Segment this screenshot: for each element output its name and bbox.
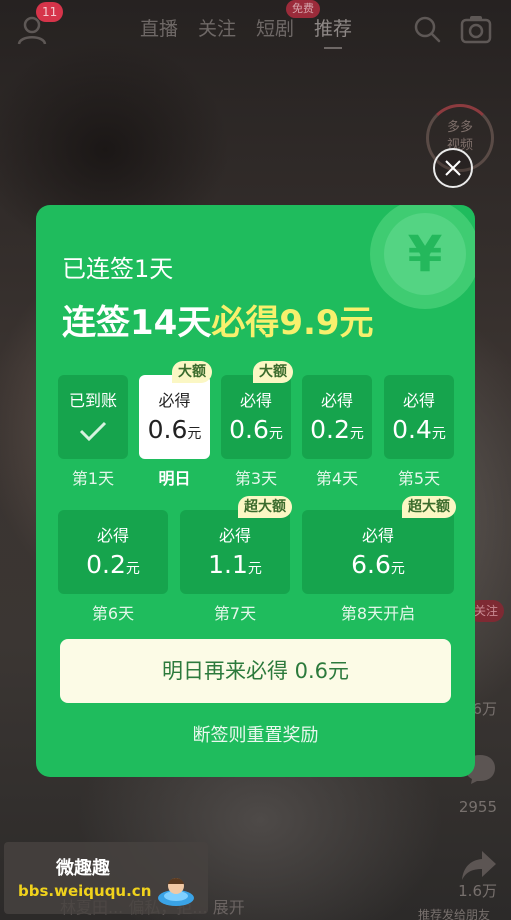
- tile-value: 6.6元: [302, 550, 454, 579]
- value-unit: 元: [390, 561, 405, 577]
- tile-top: 必得: [218, 526, 251, 545]
- tile-value: 1.1元: [180, 550, 290, 579]
- day-tile-6: 必得 0.2元: [58, 510, 168, 594]
- value-number: 0.6: [229, 415, 269, 444]
- free-badge: 免费: [286, 0, 320, 18]
- tab-short-drama[interactable]: 短剧: [256, 14, 294, 41]
- tile-top: 必得: [239, 391, 272, 410]
- value-number: 0.4: [392, 415, 432, 444]
- share-count: 1.6万: [458, 882, 497, 900]
- tile-badge: 大额: [172, 361, 212, 383]
- watermark-url: bbs.weiququ.cn: [18, 882, 152, 900]
- tile-value: 0.6元: [221, 415, 291, 444]
- tile-top: 必得: [320, 391, 353, 410]
- day-tile-8: 超大额 必得 6.6元: [302, 496, 456, 594]
- tile-value: 0.2元: [302, 415, 372, 444]
- headline-highlight: 必得9.9元: [211, 303, 374, 343]
- tile-badge: 大额: [253, 361, 293, 383]
- value-unit: 元: [268, 426, 283, 442]
- value-unit: 元: [431, 426, 446, 442]
- streak-text: 已连签1天: [62, 255, 174, 283]
- day-tile-7: 超大额 必得 1.1元: [180, 496, 292, 594]
- top-tabs: 直播 关注 短剧 推荐: [140, 14, 352, 49]
- comment-count: 2955: [458, 798, 497, 816]
- tile-badge: 超大额: [238, 496, 292, 518]
- top-bar: 11 直播 关注 短剧 推荐 免费: [0, 0, 511, 60]
- tab-following[interactable]: 关注: [198, 14, 236, 41]
- value-number: 0.2: [310, 415, 350, 444]
- tile-top: 必得: [402, 391, 435, 410]
- value-unit: 元: [349, 426, 364, 442]
- tile-top: 必得: [158, 391, 191, 410]
- value-number: 0.6: [147, 415, 188, 444]
- search-icon[interactable]: [412, 14, 442, 44]
- day-label-7: 第7天: [213, 604, 257, 623]
- popup-headline: 连签14天必得9.9元: [62, 295, 374, 344]
- camera-icon[interactable]: [460, 14, 492, 44]
- value-number: 1.1: [208, 550, 248, 579]
- day-tile-3: 大额 必得 0.6元: [221, 361, 293, 459]
- tile-badge: 超大额: [402, 496, 456, 518]
- watermark-title: 微趣趣: [56, 858, 110, 879]
- day-label-8: 第8天开启: [340, 604, 416, 623]
- ring-text-1: 多多: [446, 120, 473, 135]
- day-tile-5: 必得 0.4元: [384, 375, 454, 459]
- day-tile-4: 必得 0.2元: [302, 375, 372, 459]
- value-number: 6.6: [351, 550, 391, 579]
- tile-status: 已到账: [68, 391, 117, 410]
- tile-top: 必得: [361, 526, 394, 545]
- come-back-tomorrow-button[interactable]: 明日再来必得 0.6元: [60, 639, 451, 703]
- reset-note: 断签则重置奖励: [192, 725, 319, 746]
- headline-prefix: 连签14天: [62, 303, 212, 343]
- value-unit: 元: [247, 561, 262, 577]
- tab-recommend[interactable]: 推荐: [314, 14, 352, 49]
- notification-badge: 11: [36, 2, 64, 22]
- coin-decoration: ¥: [370, 205, 475, 309]
- day-tile-1: 已到账: [58, 375, 128, 459]
- tile-value: 0.6元: [139, 415, 210, 444]
- watermark: 微趣趣 bbs.weiququ.cn: [4, 842, 208, 914]
- watermark-mascot-icon: [158, 878, 194, 906]
- day-label-1: 第1天: [71, 469, 115, 488]
- share-icon[interactable]: [460, 848, 498, 884]
- day-label-3: 第3天: [234, 469, 278, 488]
- close-icon: [445, 160, 461, 176]
- share-label: 推荐发给朋友: [418, 908, 491, 920]
- tile-value: 0.4元: [384, 415, 454, 444]
- value-unit: 元: [125, 561, 140, 577]
- day-label-4: 第4天: [315, 469, 359, 488]
- value-number: 0.2: [86, 550, 126, 579]
- tile-value: 0.2元: [58, 550, 168, 579]
- day-label-6: 第6天: [91, 604, 135, 623]
- close-button[interactable]: [433, 148, 473, 188]
- day-label-2: 明日: [158, 469, 191, 488]
- tile-top: 必得: [96, 526, 129, 545]
- day-tile-2: 大额 必得 0.6元: [139, 361, 212, 459]
- value-unit: 元: [187, 426, 202, 442]
- day-label-5: 第5天: [397, 469, 441, 488]
- tab-live[interactable]: 直播: [140, 14, 178, 41]
- check-icon: [79, 421, 107, 442]
- checkin-popup: ¥ 已连签1天 连签14天必得9.9元 已到账 第1天 大额 必得 0.6元 明…: [36, 205, 475, 777]
- yen-icon: ¥: [384, 213, 466, 295]
